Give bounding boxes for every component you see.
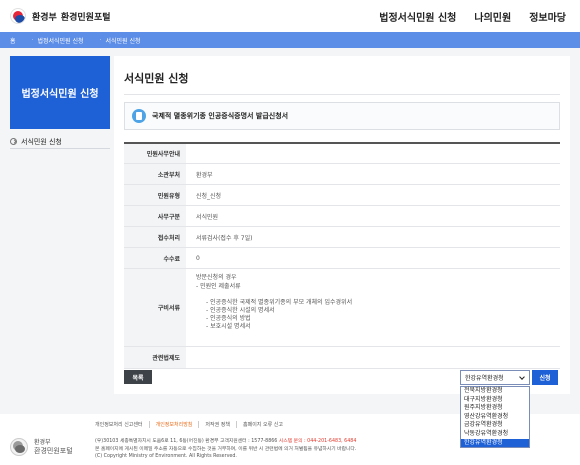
office-dropdown: 전북지방환경청 대구지방환경청 원주지방환경청 영산강유역환경청 금강유역환경청… — [460, 386, 530, 449]
row-value: 신청_신청 — [196, 192, 222, 200]
breadcrumb: 홈 · 법정서식민원 신청 · 서식민원 신청 — [0, 32, 580, 48]
doc-subline: - 인공증식의 방법 — [206, 315, 251, 322]
taegeuk-logo-icon — [10, 8, 26, 24]
footer-link[interactable]: 홈페이지 오류 신고 — [237, 421, 289, 428]
footer-link[interactable]: 저작권 정책 — [199, 421, 237, 428]
row-label: 구비서류 — [124, 269, 186, 346]
divider — [124, 94, 560, 95]
footer-notice: 본 홈페이지에 게시된 이메일 주소를 자동으로 수집하는 것을 거부하며, 이… — [95, 446, 357, 452]
footer-address: (우)30103 세종특별자치시 도움6로 11, 6동(어진동) 환경부 고객… — [95, 439, 278, 444]
chevron-circle-icon — [10, 138, 17, 145]
nav-my-complaints[interactable]: 나의민원 — [474, 9, 511, 24]
row-label: 관련법제도 — [124, 347, 186, 368]
row-value: 서식민원 — [196, 213, 219, 221]
breadcrumb-item[interactable]: 법정서식민원 신청 — [37, 36, 83, 45]
footer-logo-org: 환경부 — [34, 439, 51, 446]
logo-org: 환경부 — [32, 12, 57, 23]
logo-site: 환경민원포털 — [60, 12, 111, 23]
table-row: 소관부처 환경부 — [124, 164, 560, 185]
row-value: 서류검사(접수 후 7일) — [196, 234, 253, 242]
office-select[interactable]: 한강유역환경청 — [460, 370, 530, 385]
footer-links: 개인정보처리 신고센터 개인정보처리방침 저작권 정책 홈페이지 오류 신고 — [95, 421, 289, 428]
row-label: 수수료 — [124, 248, 186, 268]
chevron-down-icon — [519, 374, 525, 380]
footer-logo-site: 환경민원포털 — [34, 447, 73, 455]
footer-info: (우)30103 세종특별자치시 도움6로 11, 6동(어진동) 환경부 고객… — [95, 438, 356, 461]
nav-form-application[interactable]: 법정서식민원 신청 — [379, 9, 456, 24]
footer-copyright: (C) Copyright Ministry of Environment. A… — [95, 454, 237, 459]
row-value — [186, 144, 560, 163]
table-row: 민원사무안내 — [124, 144, 560, 164]
info-table: 민원사무안내 소관부처 환경부 민원유형 신청_신청 사무구분 서식민원 접수처… — [124, 142, 560, 369]
table-row: 사무구분 서식민원 — [124, 206, 560, 227]
taegeuk-logo-icon — [10, 438, 28, 456]
page-title: 서식민원 신청 — [124, 72, 189, 85]
form-title: 국제적 멸종위기종 인공증식증명서 발급신청서 — [152, 112, 289, 120]
apply-button[interactable]: 신청 — [532, 370, 558, 385]
sidebar-item-form-application[interactable]: 서식민원 신청 — [10, 135, 110, 149]
row-label: 민원사무안내 — [124, 144, 186, 163]
row-label: 사무구분 — [124, 206, 186, 226]
table-row: 관련법제도 — [124, 347, 560, 369]
nav-info[interactable]: 정보마당 — [529, 9, 566, 24]
breadcrumb-item[interactable]: 서식민원 신청 — [105, 36, 140, 45]
row-label: 민원유형 — [124, 185, 186, 205]
doc-line: 방문신청의 경우 — [196, 274, 237, 281]
list-button[interactable]: 목록 — [124, 370, 152, 384]
documents-list: 방문신청의 경우 - 민원인 제출서류 - 인공증식한 국제적 멸종위기종의 부… — [186, 269, 560, 346]
table-row: 접수처리 서류검사(접수 후 7일) — [124, 227, 560, 248]
table-row-documents: 구비서류 방문신청의 경우 - 민원인 제출서류 - 인공증식한 국제적 멸종위… — [124, 269, 560, 347]
doc-subline: - 인공증식한 시설의 명세서 — [206, 307, 275, 314]
row-value — [186, 347, 560, 368]
breadcrumb-separator: · — [31, 36, 34, 44]
site-logo[interactable]: 환경부 환경민원포털 — [10, 8, 111, 24]
table-row: 민원유형 신청_신청 — [124, 185, 560, 206]
footer-system-inquiry: 시스템 문의 : 044-201-6483, 6484 — [278, 439, 357, 444]
dropdown-option[interactable]: 원주지방환경청 — [461, 404, 529, 413]
office-select-value: 한강유역환경청 — [465, 375, 504, 382]
breadcrumb-home[interactable]: 홈 — [10, 36, 16, 45]
main-content: 서식민원 신청 국제적 멸종위기종 인공증식증명서 발급신청서 민원사무안내 소… — [114, 56, 570, 394]
document-icon — [132, 109, 146, 123]
row-value: 환경부 — [196, 171, 213, 179]
dropdown-option[interactable]: 대구지방환경청 — [461, 396, 529, 405]
dropdown-option[interactable]: 전북지방환경청 — [461, 387, 529, 396]
footer-link-privacy[interactable]: 개인정보처리방침 — [150, 421, 200, 428]
row-label: 접수처리 — [124, 227, 186, 247]
row-label: 소관부처 — [124, 164, 186, 184]
dropdown-option-selected[interactable]: 한강유역환경청 — [461, 438, 529, 448]
breadcrumb-separator: · — [99, 36, 102, 44]
footer-link[interactable]: 개인정보처리 신고센터 — [95, 421, 150, 428]
sidebar-item-label: 서식민원 신청 — [21, 137, 62, 146]
sidebar: 법정서식민원 신청 서식민원 신청 — [10, 56, 110, 149]
doc-subline: - 보호시설 명세서 — [206, 323, 251, 330]
table-row: 수수료 0 — [124, 248, 560, 269]
dropdown-option[interactable]: 금강유역환경청 — [461, 421, 529, 430]
doc-line: - 민원인 제출서류 — [196, 283, 241, 290]
row-value: 0 — [196, 254, 200, 262]
sidebar-title: 법정서식민원 신청 — [10, 56, 110, 129]
dropdown-option[interactable]: 낙동강유역환경청 — [461, 430, 529, 439]
form-name-box: 국제적 멸종위기종 인공증식증명서 발급신청서 — [124, 102, 560, 130]
footer-logo: 환경부 환경민원포털 — [10, 438, 73, 456]
main-nav: 법정서식민원 신청 나의민원 정보마당 — [379, 9, 566, 24]
header: 환경부 환경민원포털 법정서식민원 신청 나의민원 정보마당 — [0, 0, 580, 32]
doc-subline: - 인공증식한 국제적 멸종위기종의 부모 개체의 입수경위서 — [206, 299, 353, 306]
